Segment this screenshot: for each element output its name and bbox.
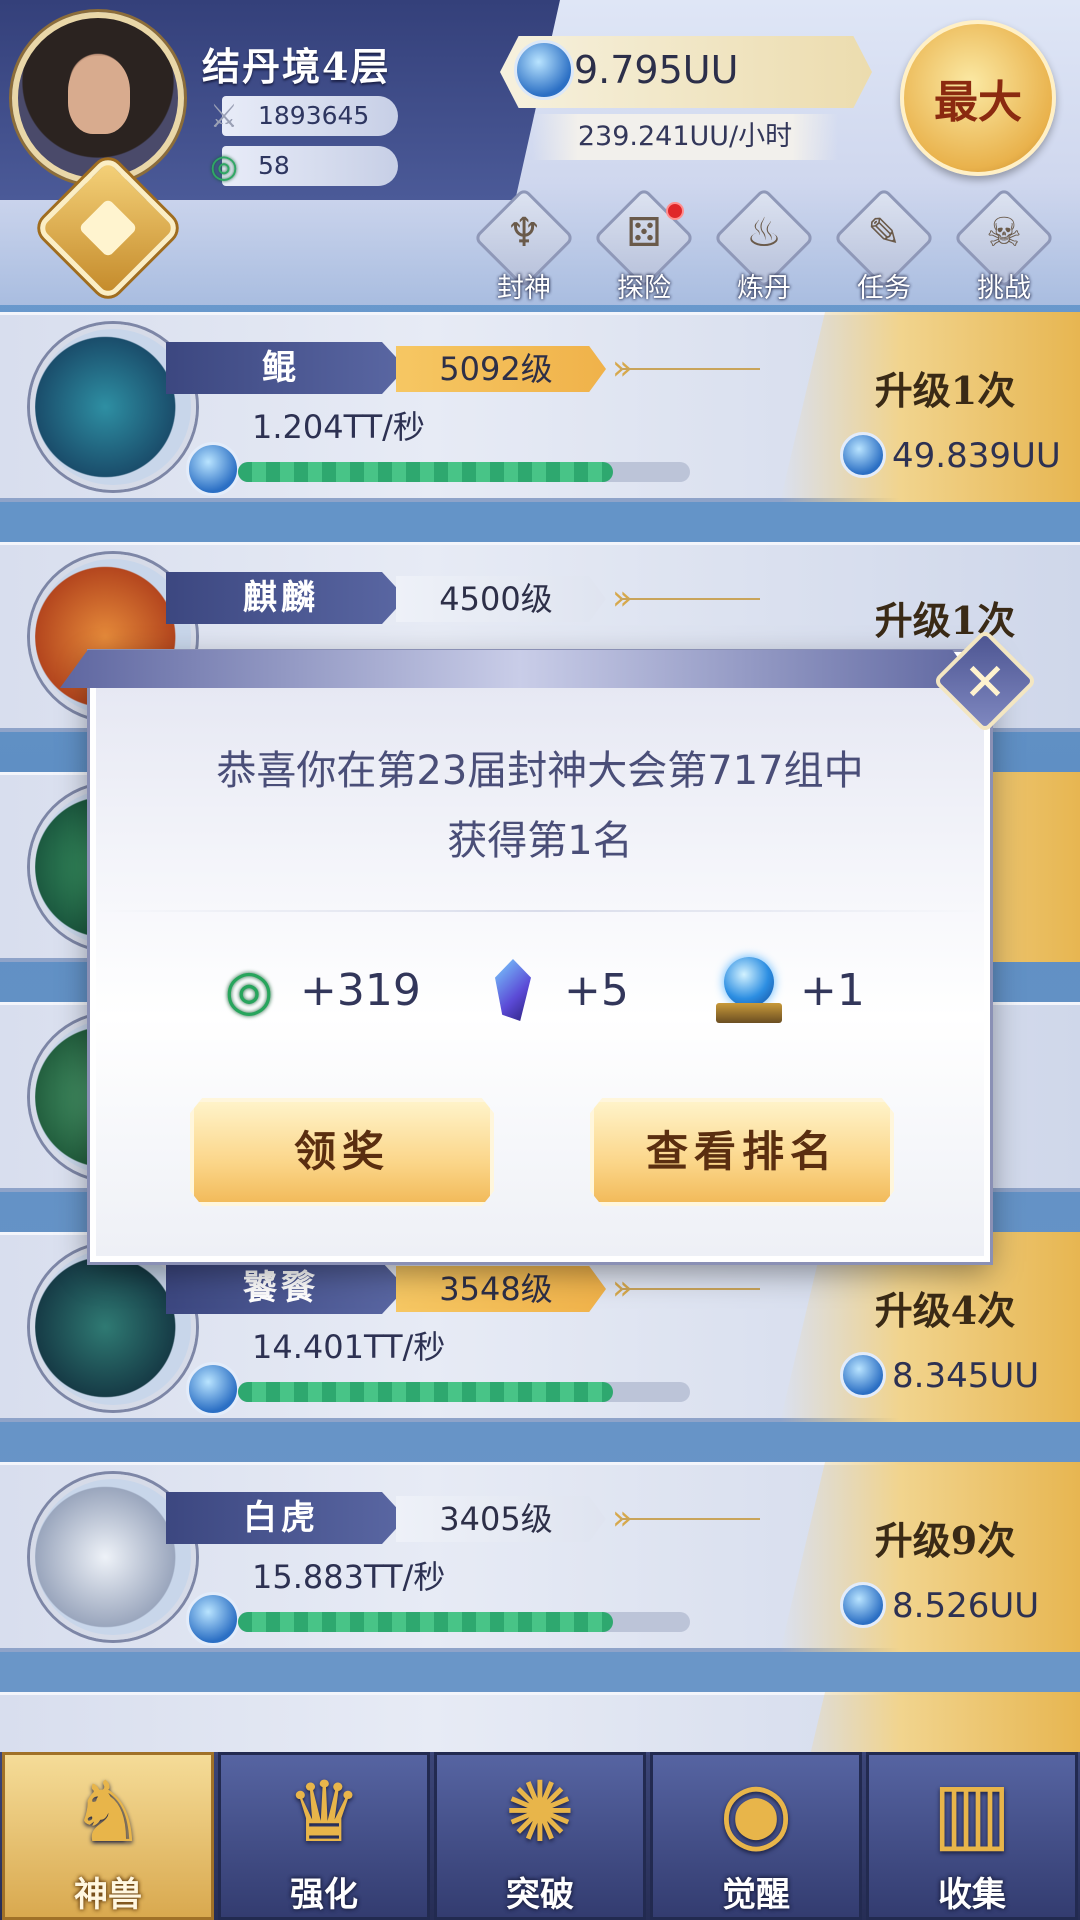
player-avatar[interactable]: [12, 12, 184, 184]
divider: [96, 910, 984, 912]
tab-label: 觉醒: [722, 1875, 790, 1915]
flame-orb-icon: ✺: [504, 1763, 576, 1861]
progress-fill: [238, 1382, 614, 1402]
income-progress: [238, 462, 690, 482]
upgrade-cost: 8.526UU: [892, 1586, 1040, 1626]
max-button[interactable]: 最大: [900, 20, 1056, 176]
jade-icon: ◎: [210, 147, 238, 185]
uu-coin-icon: [186, 1362, 240, 1416]
beast-row: 白虎 3405级 » 15.883TT/秒 升级9次 8.526UU: [0, 1462, 1080, 1652]
crystal-icon: [478, 955, 548, 1025]
reward-orb: +1: [714, 950, 865, 1030]
notification-dot: [666, 202, 684, 220]
uu-coin-icon: [840, 432, 886, 478]
beast-income: 14.401TT/秒: [252, 1328, 446, 1366]
income-progress: [238, 1612, 690, 1632]
upgrade-cost: 49.839UU: [892, 436, 1061, 476]
skull-icon: ☠: [986, 210, 1022, 256]
beast-income: 15.883TT/秒: [252, 1558, 446, 1596]
dialog-title-bar: [60, 650, 980, 688]
top-menu: ♆ 封神 ⚄ 探险 ♨ 炼丹 ✎ 任务 ☠ 挑战: [472, 187, 1072, 306]
menu-label: 封神: [497, 273, 551, 304]
currency-rate: 239.241UU/小时: [532, 114, 838, 160]
beast-name: 饕餮: [243, 1268, 319, 1308]
torch-icon: ♆: [506, 210, 542, 256]
uu-coin-icon: [186, 442, 240, 496]
cauldron-icon: ♨: [746, 210, 782, 256]
tab-breakthrough[interactable]: ✺ 突破: [434, 1752, 646, 1920]
tab-beasts[interactable]: ♞ 神兽: [2, 1752, 214, 1920]
tab-label: 神兽: [74, 1875, 142, 1915]
uu-coin-icon: [840, 1582, 886, 1628]
menu-label: 挑战: [977, 273, 1031, 304]
menu-label: 炼丹: [737, 273, 791, 304]
combat-power-value: 1893645: [258, 101, 370, 130]
qilin-icon: ♞: [70, 1763, 146, 1861]
tab-enhance[interactable]: ♛ 强化: [218, 1752, 430, 1920]
menu-challenge[interactable]: ☠ 挑战: [952, 187, 1056, 304]
beast-level: 5092级: [439, 350, 553, 388]
scroll-icon: ▥: [932, 1763, 1012, 1861]
menu-alchemy[interactable]: ♨ 炼丹: [712, 187, 816, 304]
eye-icon: ◉: [719, 1763, 793, 1861]
menu-label: 探险: [617, 273, 671, 304]
crown-icon: ♛: [286, 1763, 362, 1861]
avatar-face: [68, 56, 130, 134]
income-progress: [238, 1382, 690, 1402]
tab-label: 收集: [938, 1875, 1006, 1915]
dialog-message: 恭喜你在第23届封神大会第717组中 获得第1名: [110, 736, 970, 876]
claim-reward-button[interactable]: 领奖: [190, 1098, 494, 1206]
beast-level: 4500级: [439, 580, 553, 618]
beast-income: 1.204TT/秒: [252, 408, 425, 446]
jade-count-value: 58: [258, 151, 290, 180]
upgrade-button[interactable]: 升级4次: [820, 1280, 1070, 1335]
combat-power: ⚔ 1893645: [210, 96, 398, 136]
beast-level: 3405级: [439, 1500, 553, 1538]
jade-icon: ◎: [224, 957, 274, 1023]
reward-amount: +1: [800, 964, 865, 1016]
close-icon[interactable]: ✕: [948, 648, 1022, 722]
upgrade-button[interactable]: 升级1次: [820, 360, 1070, 415]
uu-coin-icon: [514, 40, 574, 100]
upgrade-button[interactable]: 升级1次: [820, 590, 1070, 645]
menu-label: 任务: [857, 273, 911, 304]
tab-label: 强化: [290, 1875, 358, 1915]
beast-level: 3548级: [439, 1270, 553, 1308]
message-line-2: 获得第1名: [447, 818, 633, 864]
tab-collect[interactable]: ▥ 收集: [866, 1752, 1078, 1920]
menu-fengshen[interactable]: ♆ 封神: [472, 187, 576, 304]
upgrade-button[interactable]: 升级9次: [820, 1510, 1070, 1565]
currency-amount: 9.795UU: [574, 48, 739, 92]
beast-name: 鲲: [262, 348, 300, 388]
realm-name: 结丹境4层: [202, 44, 391, 89]
reward-jade: ◎ +319: [214, 950, 421, 1030]
tab-label: 突破: [506, 1875, 574, 1915]
tab-awaken[interactable]: ◉ 觉醒: [650, 1752, 862, 1920]
beast-row: 鲲 5092级 » 1.204TT/秒 升级1次 49.839UU: [0, 312, 1080, 502]
uu-coin-icon: [840, 1352, 886, 1398]
menu-tasks[interactable]: ✎ 任务: [832, 187, 936, 304]
uu-coin-icon: [186, 1592, 240, 1646]
reward-amount: +319: [300, 964, 421, 1016]
scroll-icon: ✎: [867, 210, 901, 256]
progress-fill: [238, 1612, 614, 1632]
view-ranking-button[interactable]: 查看排名: [590, 1098, 894, 1206]
progress-fill: [238, 462, 614, 482]
upgrade-cost: 8.345UU: [892, 1356, 1040, 1396]
beast-name: 麒麟: [243, 578, 319, 618]
message-line-1: 恭喜你在第23届封神大会第717组中: [216, 748, 864, 794]
reward-crystal: +5: [478, 950, 629, 1030]
reward-amount: +5: [564, 964, 629, 1016]
crossed-swords-icon: ⚔: [209, 97, 239, 135]
jade-count: ◎ 58: [210, 146, 398, 186]
beast-name: 白虎: [243, 1498, 319, 1538]
orb-icon: [714, 955, 784, 1025]
